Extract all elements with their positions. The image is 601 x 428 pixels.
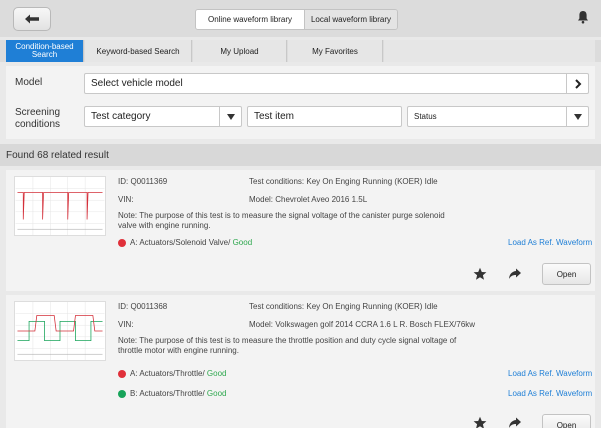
channel-a-indicator [118,239,126,247]
test-item-value: Test item [254,111,295,122]
result-card[interactable]: ID: Q0011369 Test conditions: Key On Eng… [6,170,595,291]
tab-my-favorites[interactable]: My Favorites [288,40,383,62]
star-icon[interactable] [473,267,487,281]
test-category-dropdown[interactable]: Test category [84,106,242,127]
status-dropdown[interactable]: Status [407,106,589,127]
vin: VIN: [118,195,134,204]
channel-a-status: Good [206,369,227,378]
back-button[interactable] [13,7,51,31]
tab-local-waveform-library[interactable]: Local waveform library [305,10,397,29]
share-icon[interactable] [508,416,522,428]
tab-keyword-based-search[interactable]: Keyword-based Search [85,40,192,62]
channel-a-info: A: Actuators/Solenoid Valve/ Good [130,238,252,247]
load-as-ref-waveform-link[interactable]: Load As Ref. Waveform [508,369,592,378]
share-icon[interactable] [508,267,522,281]
channel-a-label: A: Actuators/Solenoid Valve/ [130,238,233,247]
library-tabs: Online waveform library Local waveform l… [195,9,398,30]
vin: VIN: [118,320,134,329]
search-mode-tabs: Condition-based Search Keyword-based Sea… [0,40,601,62]
bell-icon[interactable] [577,10,589,24]
load-as-ref-waveform-link[interactable]: Load As Ref. Waveform [508,238,592,247]
model-label: Model [15,77,43,88]
vehicle-model: Model: Volkswagen golf 2014 CCRA 1.6 L R… [249,320,476,329]
tab-my-upload[interactable]: My Upload [193,40,287,62]
channel-b-info: B: Actuators/Throttle/ Good [130,389,227,398]
channel-a-info: A: Actuators/Throttle/ Good [130,369,227,378]
waveform-thumbnail[interactable] [14,176,106,236]
results-count: Found 68 related result [0,144,601,166]
test-category-value: Test category [91,111,151,122]
tab-condition-based-search[interactable]: Condition-based Search [6,40,84,62]
filter-panel: Model Select vehicle model Screening con… [6,66,595,139]
load-as-ref-waveform-link[interactable]: Load As Ref. Waveform [508,389,592,398]
test-conditions: Test conditions: Key On Enging Running (… [249,177,438,186]
back-arrow-icon [25,14,39,24]
test-category-toggle[interactable] [219,107,241,126]
screening-conditions-label: Screening conditions [15,107,61,130]
vehicle-model-selector[interactable]: Select vehicle model [84,73,589,94]
channel-b-status: Good [206,389,227,398]
result-card[interactable]: ID: Q0011368 Test conditions: Key On Eng… [6,295,595,428]
test-item-field[interactable]: Test item [247,106,402,127]
status-toggle[interactable] [566,107,588,126]
channel-b-label: B: Actuators/Throttle/ [130,389,207,398]
chevron-right-icon [574,78,581,89]
star-icon[interactable] [473,416,487,428]
channel-a-status: Good [232,238,253,247]
open-button[interactable]: Open [542,263,591,285]
waveform-preview-graphic [15,302,105,360]
waveform-id: ID: Q0011368 [118,302,168,311]
tab-online-waveform-library[interactable]: Online waveform library [196,10,305,29]
triangle-down-icon [573,113,582,120]
vehicle-model: Model: Chevrolet Aveo 2016 1.5L [249,195,368,204]
test-conditions: Test conditions: Key On Enging Running (… [249,302,438,311]
waveform-preview-graphic [15,177,105,235]
tab-bar-filler [384,40,595,62]
triangle-down-icon [226,113,235,120]
open-button[interactable]: Open [542,414,591,428]
status-value: Status [414,112,437,121]
channel-a-label: A: Actuators/Throttle/ [130,369,207,378]
top-bar: Online waveform library Local waveform l… [0,0,601,37]
waveform-id: ID: Q0011369 [118,177,168,186]
channel-a-indicator [118,370,126,378]
test-note: Note: The purpose of this test is to mea… [118,211,445,230]
vehicle-model-placeholder: Select vehicle model [91,78,183,89]
model-select-button[interactable] [566,74,588,93]
test-note: Note: The purpose of this test is to mea… [118,336,457,355]
waveform-thumbnail[interactable] [14,301,106,361]
channel-b-indicator [118,390,126,398]
